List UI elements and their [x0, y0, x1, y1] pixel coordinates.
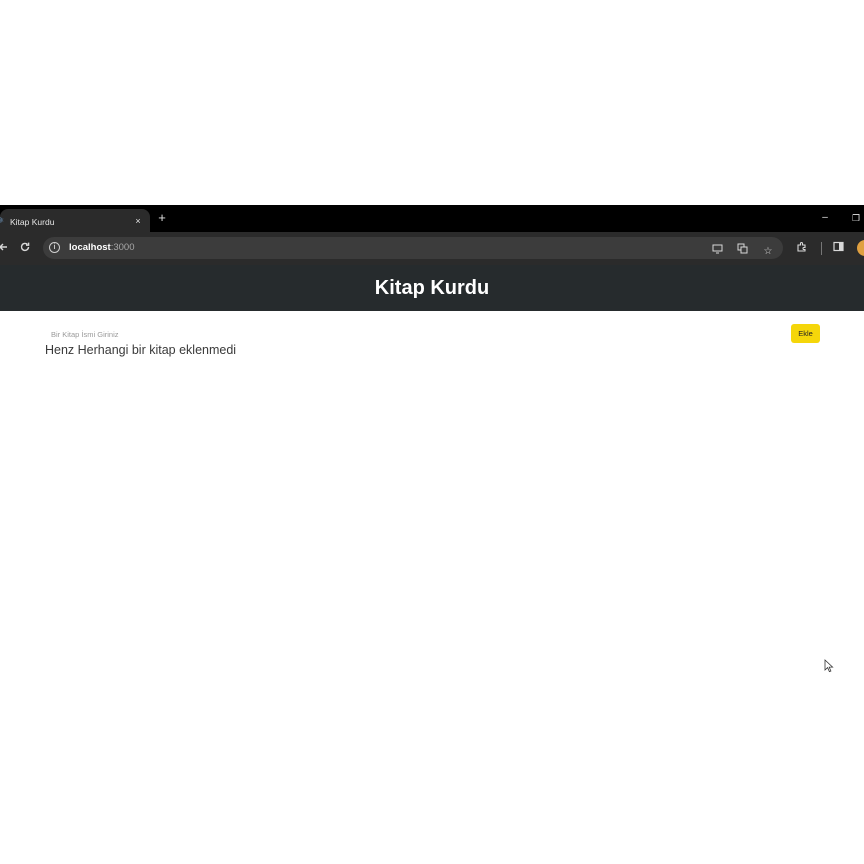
screen: ⚛ Kitap Kurdu × + – ❐ i localhost:3000 ☆…: [0, 0, 864, 864]
toolbar-divider: [821, 242, 822, 255]
restore-button[interactable]: ❐: [849, 210, 863, 226]
tab-close-icon[interactable]: ×: [132, 215, 144, 227]
url-text[interactable]: localhost:3000: [69, 242, 134, 253]
minimize-button[interactable]: –: [818, 210, 832, 226]
reload-icon[interactable]: [18, 241, 32, 255]
side-panel-icon[interactable]: [831, 241, 845, 255]
site-info-icon[interactable]: i: [49, 242, 60, 253]
extensions-puzzle-icon[interactable]: [795, 241, 809, 255]
app-title: Kitap Kurdu: [374, 277, 490, 299]
app-header: Kitap Kurdu: [0, 265, 864, 311]
react-favicon-icon: ⚛: [0, 216, 5, 225]
translate-icon[interactable]: [736, 243, 750, 257]
mouse-cursor-icon: [824, 659, 834, 673]
cast-icon[interactable]: [710, 243, 724, 257]
new-tab-button[interactable]: +: [155, 210, 169, 226]
browser-window: ⚛ Kitap Kurdu × + – ❐ i localhost:3000 ☆…: [0, 205, 864, 311]
profile-avatar[interactable]: [857, 240, 864, 256]
empty-list-message: Henz Herhangi bir kitap eklenmedi: [45, 343, 237, 357]
address-bar-actions: ☆: [703, 241, 775, 257]
book-name-input[interactable]: [47, 325, 775, 343]
bookmark-star-icon[interactable]: ☆: [761, 245, 775, 259]
add-book-button[interactable]: Ekle: [791, 324, 820, 343]
tab-title: Kitap Kurdu: [10, 217, 55, 227]
tab-strip: ⚛ Kitap Kurdu × + – ❐: [0, 205, 864, 236]
address-bar[interactable]: i localhost:3000 ☆: [43, 237, 783, 259]
browser-toolbar: i localhost:3000 ☆: [0, 232, 864, 266]
back-arrow-icon[interactable]: [0, 241, 10, 255]
